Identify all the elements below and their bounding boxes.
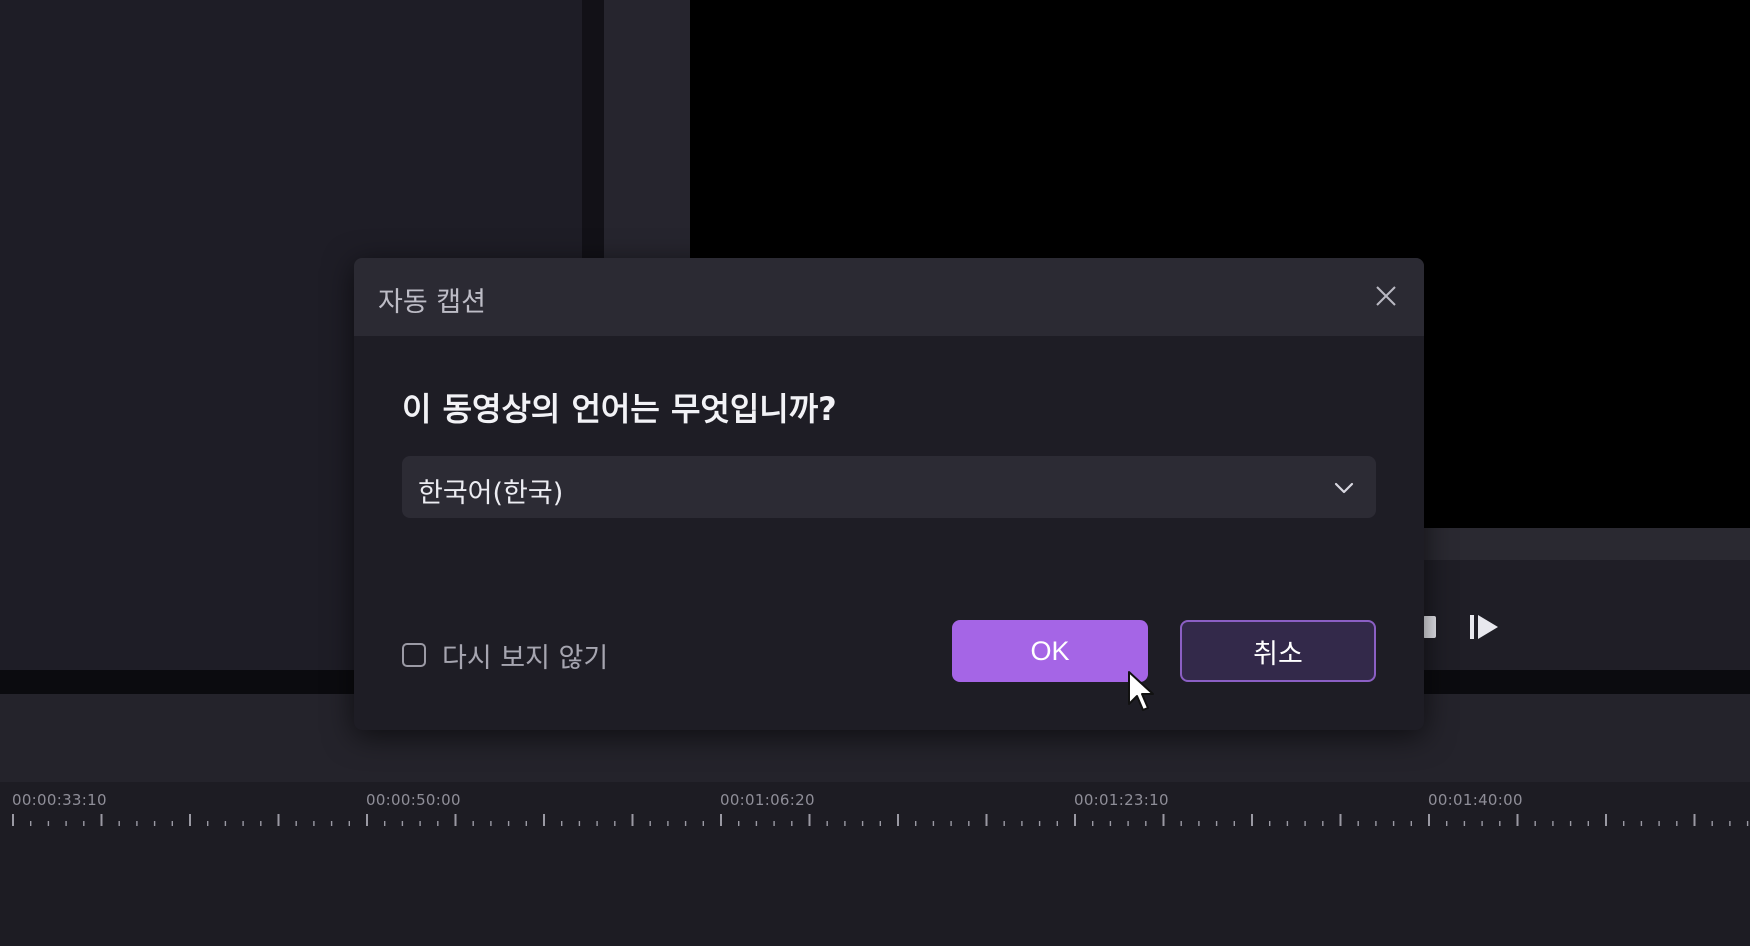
ok-button[interactable]: OK xyxy=(952,620,1148,682)
language-select-value: 한국어(한국) xyxy=(418,478,564,509)
dont-show-again-toggle[interactable]: 다시 보지 않기 xyxy=(402,635,608,675)
timecode-label: 00:01:06:20 xyxy=(720,791,815,809)
dont-show-again-checkbox[interactable] xyxy=(402,643,426,667)
preview-progress-bar[interactable] xyxy=(1420,528,1750,560)
play-icon[interactable] xyxy=(1470,612,1502,642)
timecode-label: 00:01:40:00 xyxy=(1428,791,1523,809)
close-icon xyxy=(1376,286,1396,306)
dialog-title: 자동 캡션 xyxy=(378,287,486,318)
auto-caption-dialog: 자동 캡션 이 동영상의 언어는 무엇입니까? 한국어(한국) 다시 보지 않기… xyxy=(354,258,1424,730)
cancel-button[interactable]: 취소 xyxy=(1180,620,1376,682)
close-button[interactable] xyxy=(1368,278,1404,314)
dont-show-again-label: 다시 보지 않기 xyxy=(442,642,609,674)
timecode-label: 00:00:50:00 xyxy=(366,791,461,809)
language-select[interactable]: 한국어(한국) xyxy=(402,456,1376,518)
timecode-label: 00:01:23:10 xyxy=(1074,791,1169,809)
timeline[interactable]: 00:00:33:10 00:00:50:00 00:01:06:20 00:0… xyxy=(0,782,1750,946)
dialog-header: 자동 캡션 xyxy=(354,258,1424,336)
language-question: 이 동영상의 언어는 무엇입니까? xyxy=(402,390,837,428)
timecode-label: 00:00:33:10 xyxy=(12,791,107,809)
stop-icon[interactable] xyxy=(1423,616,1436,638)
timeline-ruler[interactable] xyxy=(0,812,1750,832)
chevron-down-icon xyxy=(1334,482,1354,494)
editor-screen: 00:00:33:10 00:00:50:00 00:01:06:20 00:0… xyxy=(0,0,1750,946)
